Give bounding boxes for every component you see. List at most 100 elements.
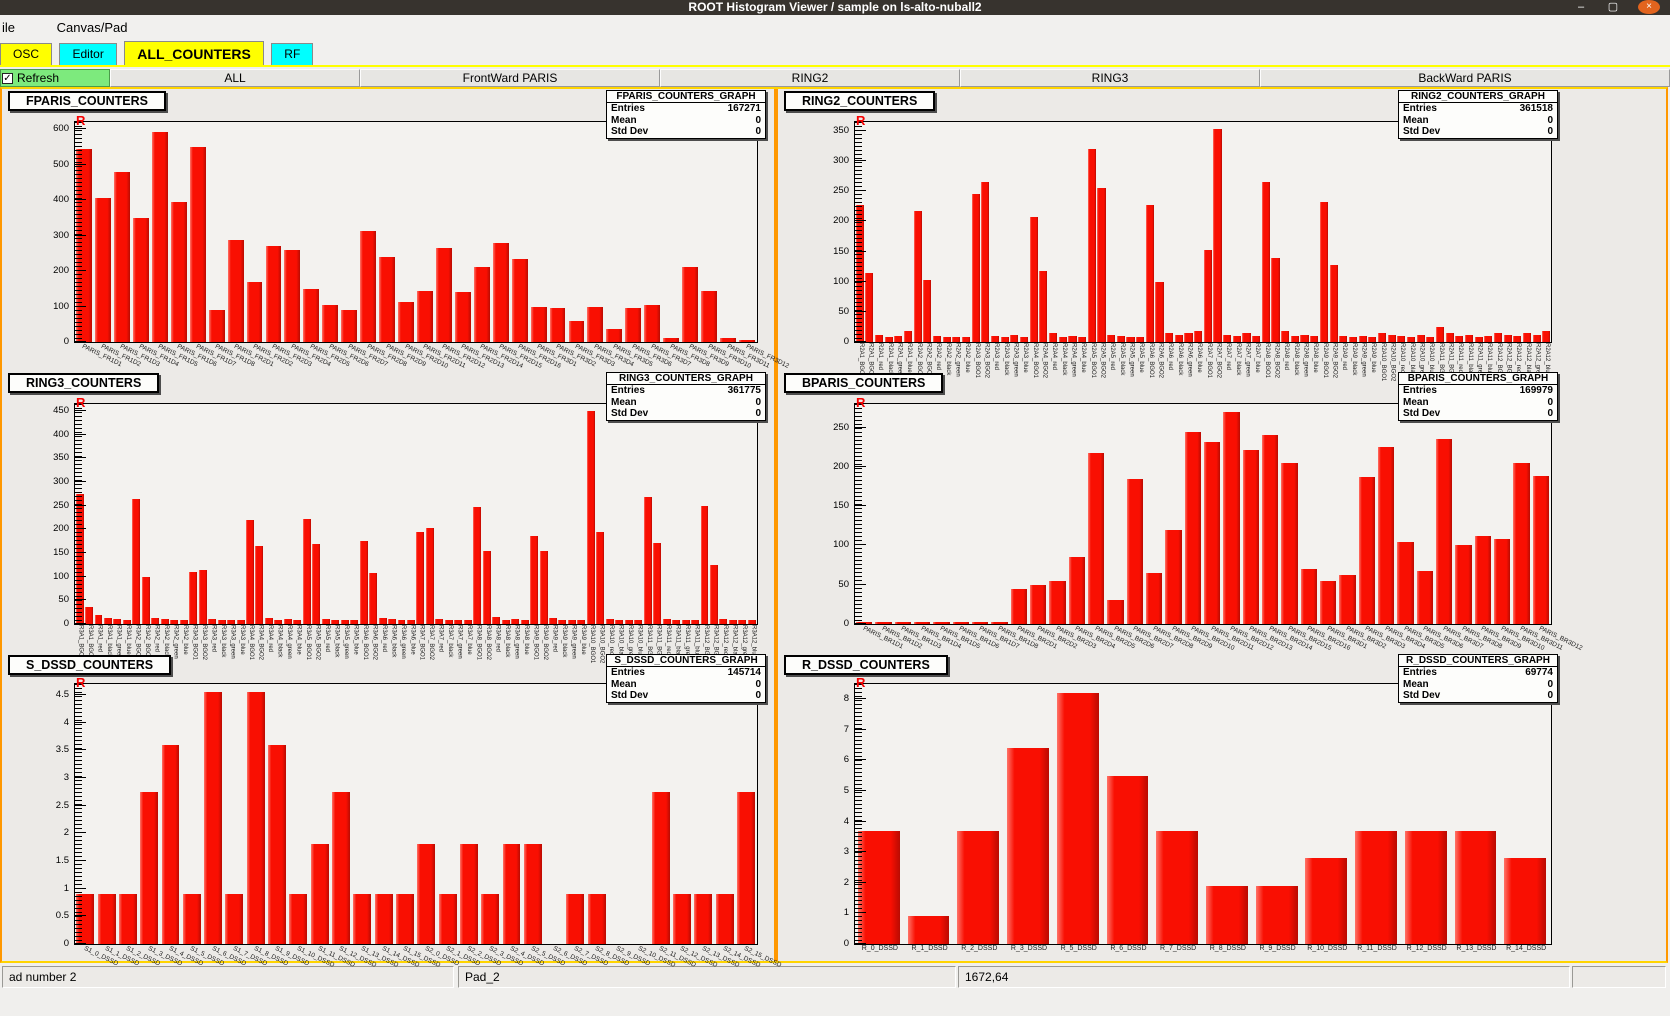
bar-slot	[1252, 122, 1262, 342]
histogram-bar	[369, 573, 377, 624]
menu-canvas-pad[interactable]: Canvas/Pad	[51, 15, 134, 40]
tab-all-counters[interactable]: ALL_COUNTERS	[124, 41, 264, 65]
bar-slot	[1474, 404, 1493, 624]
histogram-bar	[303, 519, 311, 624]
x-tick-label: R_1_DSSD	[911, 945, 947, 952]
bar-slot	[577, 404, 586, 624]
histogram-bar	[748, 620, 756, 624]
x-tick-label: R2A1_blue	[905, 343, 912, 373]
bar-slot	[1155, 122, 1165, 342]
bar-slot	[990, 404, 1009, 624]
x-axis-labels: R2A1_BGO1R2A1_BGO2R2A1_redR2A1_blackR2A1…	[855, 342, 1551, 352]
view-ring3-button[interactable]: RING3	[960, 69, 1260, 87]
pad-bparis-counters[interactable]: 050100150200250RPARIS_BR1D1PARIS_BR1D2PA…	[778, 371, 1566, 653]
view-ring2-button[interactable]: RING2	[660, 69, 960, 87]
view-frontward-paris-button[interactable]: FrontWard PARIS	[360, 69, 660, 87]
bar-slot	[629, 684, 650, 944]
x-tick-label: R_11_DSSD	[1357, 945, 1397, 952]
bar-slot	[170, 404, 179, 624]
histogram-bar	[1107, 776, 1149, 944]
y-tick-mark	[855, 759, 866, 760]
pad-r-dssd-counters[interactable]: 012345678RR_0_DSSDR_1_DSSDR_2_DSSDR_3_DS…	[778, 653, 1566, 961]
histogram-bar	[1069, 557, 1085, 624]
plot-frame[interactable]: 050100150200250RPARIS_BR1D1PARIS_BR1D2PA…	[854, 403, 1552, 625]
refresh-checkbox[interactable]: ✓	[2, 73, 13, 84]
bar-slot	[942, 122, 952, 342]
x-tick-label: R2A7_blue	[1253, 343, 1260, 373]
histogram-bar	[1194, 331, 1202, 342]
stats-mean-label: Mean	[1403, 115, 1429, 127]
stats-std-value: 0	[1547, 408, 1553, 420]
stats-std-value: 0	[1547, 126, 1553, 138]
bar-slot	[416, 684, 437, 944]
bar-slot	[302, 404, 311, 624]
x-tick-label: PARIS_FR1D8	[214, 343, 256, 368]
x-tick-label: R3A4_blue	[295, 625, 302, 655]
y-axis-minor-ticks	[855, 404, 862, 624]
pad-ring3-counters[interactable]: 050100150200250300350400450RR3A1_BGO1R3A…	[2, 371, 774, 653]
x-tick-label: PARIS_FR3D9	[688, 343, 730, 368]
tab-editor[interactable]: Editor	[59, 43, 116, 65]
tab-osc[interactable]: OSC	[0, 43, 52, 65]
view-all-button[interactable]: ALL	[110, 69, 360, 87]
histogram-bar	[322, 619, 330, 624]
plot-frame[interactable]: 050100150200250300350RR2A1_BGO1R2A1_BGO2…	[854, 121, 1552, 343]
x-tick-label: PARIS_BR2D9	[1171, 625, 1213, 650]
x-tick-label: R3A5_red	[323, 625, 330, 652]
bar-slot	[397, 122, 416, 342]
bar-slot	[1010, 122, 1020, 342]
x-tick-label: R3A6_blue	[408, 625, 415, 655]
bar-slot	[1358, 122, 1368, 342]
stats-std-value: 0	[755, 690, 761, 702]
pad-ring2-counters[interactable]: 050100150200250300350RR2A1_BGO1R2A1_BGO2…	[778, 89, 1566, 371]
stats-entries-label: Entries	[611, 667, 645, 679]
histogram-bar	[1504, 335, 1512, 342]
close-button[interactable]: ×	[1638, 0, 1660, 14]
refresh-button[interactable]: ✓ Refresh	[0, 69, 110, 87]
histogram-bar	[739, 340, 755, 342]
bar-slot	[1242, 404, 1261, 624]
histogram-bar	[972, 622, 988, 624]
view-backward-paris-button[interactable]: BackWard PARIS	[1260, 69, 1670, 87]
y-tick-label: 0	[29, 336, 69, 347]
plot-frame[interactable]: 012345678RR_0_DSSDR_1_DSSDR_2_DSSDR_3_DS…	[854, 683, 1552, 945]
bar-slot	[981, 122, 991, 342]
bar-slot	[1184, 404, 1203, 624]
histogram-bar	[208, 619, 216, 624]
bar-slot	[1416, 404, 1435, 624]
histogram-bar	[1252, 336, 1260, 342]
tab-rf[interactable]: RF	[271, 43, 313, 65]
pad-s-dssd-counters[interactable]: 00.511.522.533.544.5RS1_0_DSSDS1_1_DSSDS…	[2, 653, 774, 961]
x-tick-label: PARIS_FR2D7	[347, 343, 389, 368]
bar-slot	[224, 684, 245, 944]
plot-frame[interactable]: 050100150200250300350400450RR3A1_BGO1R3A…	[74, 403, 758, 625]
plot-frame[interactable]: 00.511.522.533.544.5RS1_0_DSSDS1_1_DSSDS…	[74, 683, 758, 945]
y-tick-mark	[855, 341, 866, 342]
bar-slot	[1048, 404, 1067, 624]
bar-slot	[1454, 404, 1473, 624]
maximize-button[interactable]: ▢	[1604, 1, 1622, 14]
y-tick-label: 400	[29, 429, 69, 440]
x-tick-label: S2_0_DSSD	[424, 945, 460, 967]
bar-slot	[321, 122, 340, 342]
bar-slot	[1416, 122, 1426, 342]
histogram-bar	[1223, 412, 1239, 624]
bar-slot	[227, 122, 246, 342]
minimize-button[interactable]: –	[1572, 1, 1590, 14]
x-tick-label: PARIS_FR1D2	[100, 343, 142, 368]
bar-slot	[1029, 122, 1039, 342]
histogram-bar	[540, 551, 548, 624]
x-tick-label: R3A10_red	[607, 625, 614, 655]
histogram-bar	[284, 619, 292, 624]
y-tick-mark	[75, 888, 86, 889]
pad-fparis-counters[interactable]: 0100200300400500600RPARIS_FR1D1PARIS_FR1…	[2, 89, 774, 371]
stats-std-value: 0	[1547, 690, 1553, 702]
histogram-bar	[691, 620, 699, 624]
bar-slot	[624, 404, 633, 624]
stats-entries-label: Entries	[611, 385, 645, 397]
plot-frame[interactable]: 0100200300400500600RPARIS_FR1D1PARIS_FR1…	[74, 121, 758, 343]
x-tick-label: PARIS_BR3D10	[1500, 625, 1546, 652]
y-tick-mark	[75, 235, 86, 236]
menu-file[interactable]: ile	[0, 15, 21, 40]
bar-slot	[359, 404, 368, 624]
